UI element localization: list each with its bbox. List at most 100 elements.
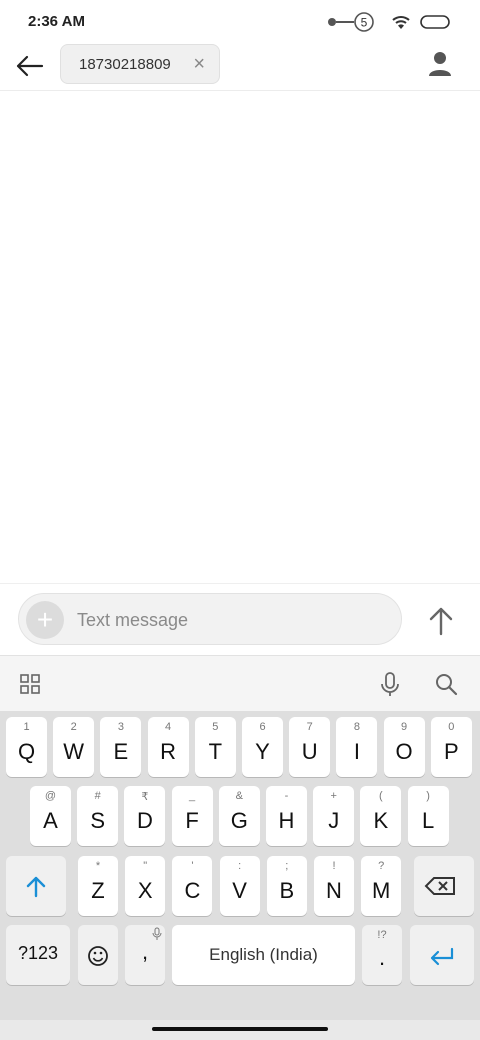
key-label: O: [395, 739, 413, 764]
key-e[interactable]: 3E: [100, 717, 142, 777]
key-label: Z: [91, 878, 105, 903]
key-o[interactable]: 9O: [383, 717, 425, 777]
key-label: Q: [17, 739, 36, 764]
key-w[interactable]: 2W: [53, 717, 95, 777]
shift-arrow-icon: [26, 876, 46, 898]
recipient-chip[interactable]: 18730218809 ×: [60, 44, 220, 84]
key-t[interactable]: 5T: [194, 717, 236, 777]
key-hint: 9: [401, 721, 408, 733]
space-key[interactable]: English (India): [172, 925, 355, 985]
key-b[interactable]: ; B: [266, 856, 307, 916]
key-g[interactable]: & G: [218, 786, 260, 846]
key-label: E: [113, 739, 129, 764]
key-hint: 4: [165, 721, 172, 733]
symbols-key[interactable]: ?123: [6, 925, 70, 985]
key-hint: ?: [378, 860, 385, 872]
key-hint: (: [379, 790, 383, 802]
key-hint: ₹: [141, 791, 149, 803]
key-hint: *: [95, 860, 101, 872]
compose-bar: + Text message: [0, 583, 480, 656]
key-k[interactable]: (K: [360, 786, 402, 846]
key-label: G: [230, 808, 248, 833]
key-label: W: [63, 739, 85, 764]
key-s[interactable]: # S: [77, 786, 119, 846]
key-hint: 3: [117, 721, 124, 733]
navigation-bar: [0, 1020, 480, 1040]
status-bar: 2:36 AM 5: [0, 0, 480, 42]
attach-plus-button[interactable]: +: [26, 601, 64, 639]
key-d[interactable]: ₹ D: [124, 786, 166, 846]
key-hint: _: [189, 790, 196, 802]
key-hint: 5: [212, 721, 219, 733]
notification-count: 5: [361, 16, 368, 30]
key-label: R: [160, 739, 177, 764]
keyboard-toolbar: [0, 655, 480, 712]
microphone-icon[interactable]: [376, 670, 404, 698]
key-hint: !: [332, 860, 336, 872]
key-hint: 2: [70, 721, 77, 733]
key-c[interactable]: ' C: [172, 856, 213, 916]
key-z[interactable]: * Z: [78, 856, 118, 916]
remove-recipient-button[interactable]: ×: [193, 53, 205, 75]
key-hint: 0: [448, 721, 455, 733]
key-q[interactable]: 1Q: [6, 717, 47, 777]
space-key-label: English (India): [209, 945, 318, 964]
search-icon[interactable]: [432, 670, 460, 698]
key-m[interactable]: ? M: [361, 856, 402, 916]
keyboard: ?123 , English (India) !? . 1 Q 2 W 3 E …: [0, 655, 480, 1040]
key-hint: ': [191, 860, 194, 872]
recipient-number: 18730218809: [79, 56, 171, 73]
message-placeholder: Text message: [77, 610, 189, 630]
key-hint: 8: [353, 721, 360, 733]
key-hint: &: [235, 790, 243, 802]
key-r[interactable]: 4R: [147, 717, 189, 777]
key-x[interactable]: " X: [125, 856, 166, 916]
comma-key[interactable]: ,: [125, 925, 165, 985]
key-y[interactable]: 6Y: [242, 717, 283, 777]
key-hint: 1: [23, 721, 30, 733]
key-label: L: [421, 808, 435, 833]
key-a[interactable]: @ A: [30, 786, 71, 846]
key-label: K: [373, 808, 389, 833]
home-indicator[interactable]: [152, 1027, 328, 1031]
key-h[interactable]: -H: [266, 786, 307, 846]
back-arrow-icon: [16, 55, 44, 77]
key-label: X: [137, 878, 153, 903]
key-v[interactable]: :V: [219, 856, 260, 916]
key-f[interactable]: _ F: [171, 786, 213, 846]
message-input[interactable]: + Text message: [18, 593, 402, 645]
enter-arrow-icon: [430, 947, 454, 966]
key-l[interactable]: ) L: [407, 786, 449, 846]
period-key-hint: !?: [377, 929, 387, 941]
key-label: T: [208, 739, 223, 764]
shift-key[interactable]: [6, 856, 66, 916]
key-hint: +: [330, 790, 337, 802]
key-label: I: [353, 739, 360, 764]
backspace-key[interactable]: [414, 856, 474, 916]
key-label: J: [328, 808, 340, 833]
key-hint: ): [426, 790, 430, 802]
key-label: P: [443, 739, 459, 764]
key-area: ?123 , English (India) !? . 1 Q 2 W 3 E …: [0, 711, 480, 1021]
status-icons: 5: [326, 11, 452, 33]
key-hint: :: [238, 860, 242, 872]
key-u[interactable]: 7U: [289, 717, 331, 777]
key-j[interactable]: + J: [313, 786, 355, 846]
conversation-header: 18730218809 ×: [0, 42, 480, 91]
contact-icon[interactable]: [426, 50, 454, 78]
key-p[interactable]: 0P: [430, 717, 472, 777]
key-n[interactable]: ! N: [314, 856, 354, 916]
back-button[interactable]: [14, 50, 46, 82]
enter-key[interactable]: [410, 925, 474, 985]
key-hint: #: [94, 790, 101, 802]
apps-grid-icon[interactable]: [16, 670, 44, 698]
notification-dot-icon: 5: [328, 12, 374, 32]
period-key[interactable]: !? .: [362, 925, 402, 985]
key-label: F: [185, 808, 199, 833]
status-time: 2:36 AM: [28, 13, 85, 30]
key-i[interactable]: 8I: [336, 717, 378, 777]
key-label: V: [232, 878, 247, 903]
send-arrow-icon[interactable]: [424, 604, 458, 638]
key-hint: @: [44, 790, 57, 802]
emoji-key[interactable]: [78, 925, 118, 985]
